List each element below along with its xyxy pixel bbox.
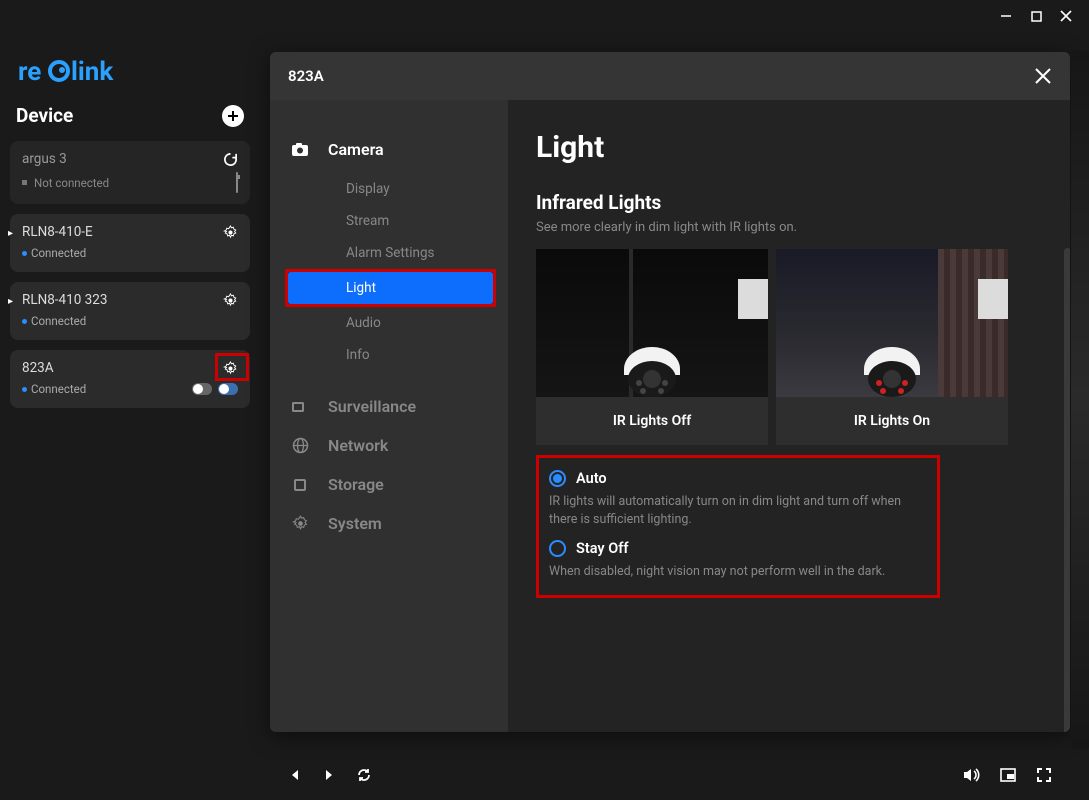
pip-icon[interactable]: [1000, 768, 1016, 782]
device-name: argus 3: [22, 151, 67, 167]
nav-label: Surveillance: [328, 397, 416, 416]
device-list-header: Device: [10, 104, 250, 141]
radio-auto[interactable]: Auto: [549, 470, 923, 487]
device-name: RLN8-410 323: [22, 292, 107, 308]
storage-icon: [290, 477, 310, 493]
gear-icon[interactable]: [223, 225, 238, 240]
battery-icon: [236, 173, 238, 192]
prev-icon[interactable]: [288, 768, 302, 782]
viewport-scrollbar[interactable]: [1071, 50, 1089, 750]
radio-label: Stay Off: [576, 540, 629, 557]
svg-text:link: link: [71, 57, 114, 87]
overlay-header: 823A: [270, 52, 1070, 100]
device-name: RLN8-410-E: [22, 224, 93, 240]
overlay-title: 823A: [288, 67, 324, 85]
surveillance-icon: [290, 400, 310, 414]
preview-ir-off[interactable]: IR Lights Off: [536, 249, 768, 445]
camera-icon: [290, 142, 310, 157]
nav-storage[interactable]: Storage: [270, 465, 508, 504]
device-list-title: Device: [16, 104, 73, 127]
nav-label: System: [328, 514, 382, 533]
nav-sub-info[interactable]: Info: [288, 339, 490, 371]
dome-camera-icon: [609, 329, 695, 397]
nav-sub-light[interactable]: Light: [288, 272, 493, 304]
radio-stay-off[interactable]: Stay Off: [549, 540, 923, 557]
section-title: Infrared Lights: [536, 191, 1070, 214]
nav-surveillance[interactable]: Surveillance: [270, 387, 508, 426]
preview-caption: IR Lights On: [776, 397, 1008, 445]
section-desc: See more clearly in dim light with IR li…: [536, 220, 1070, 235]
device-status: Connected: [31, 314, 86, 328]
radio-desc: IR lights will automatically turn on in …: [549, 493, 923, 528]
device-name: 823A: [22, 360, 54, 376]
settings-overlay: 823A Camera Display Stream Alarm Setting…: [270, 52, 1070, 732]
device-card-rln8-410-323[interactable]: ▸ RLN8-410 323 Connected: [10, 282, 250, 340]
window-controls: [983, 0, 1089, 32]
add-device-button[interactable]: [222, 105, 244, 127]
maximize-icon[interactable]: [1029, 9, 1043, 23]
annotation-highlight: Light: [285, 269, 496, 307]
next-icon[interactable]: [322, 768, 336, 782]
gear-icon: [290, 515, 310, 532]
nav-label: Storage: [328, 475, 384, 494]
nav-network[interactable]: Network: [270, 426, 508, 465]
expand-caret-icon[interactable]: ▸: [8, 228, 13, 239]
refresh-icon[interactable]: [223, 152, 238, 167]
nav-sub-alarm-settings[interactable]: Alarm Settings: [288, 237, 490, 269]
nav-sub-audio[interactable]: Audio: [288, 307, 490, 339]
device-sidebar: re link Device argus 3 Not connected ▸ R…: [0, 40, 260, 760]
settings-content: Light Infrared Lights See more clearly i…: [508, 100, 1070, 732]
device-card-argus3[interactable]: argus 3 Not connected: [10, 141, 250, 204]
globe-icon: [290, 437, 310, 454]
expand-caret-icon[interactable]: ▸: [8, 296, 13, 307]
settings-nav: Camera Display Stream Alarm Settings Lig…: [270, 100, 508, 732]
ir-preview-row: IR Lights Off: [536, 249, 1070, 445]
preview-ir-on[interactable]: IR Lights On: [776, 249, 1008, 445]
sync-icon[interactable]: [356, 767, 372, 783]
radio-desc: When disabled, night vision may not perf…: [549, 563, 923, 581]
volume-icon[interactable]: [962, 767, 980, 783]
gear-icon[interactable]: [223, 293, 238, 308]
player-controls: [270, 758, 1070, 792]
device-toggles[interactable]: [192, 383, 238, 395]
close-overlay-icon[interactable]: [1034, 67, 1052, 85]
page-title: Light: [536, 130, 1070, 165]
annotation-highlight: Auto IR lights will automatically turn o…: [536, 455, 940, 598]
radio-label: Auto: [576, 470, 607, 487]
device-card-rln8-410-e[interactable]: ▸ RLN8-410-E Connected: [10, 214, 250, 272]
nav-sub-display[interactable]: Display: [288, 173, 490, 205]
minimize-icon[interactable]: [999, 9, 1013, 23]
nav-system[interactable]: System: [270, 504, 508, 543]
device-status: Connected: [31, 246, 86, 260]
nav-label: Camera: [328, 140, 384, 159]
close-icon[interactable]: [1059, 9, 1073, 23]
preview-caption: IR Lights Off: [536, 397, 768, 445]
brand-logo: re link: [10, 50, 250, 104]
nav-sub-stream[interactable]: Stream: [288, 205, 490, 237]
gear-icon[interactable]: [223, 361, 238, 376]
svg-text:re: re: [18, 57, 41, 87]
content-scrollbar[interactable]: [1064, 248, 1070, 732]
dome-camera-icon: [849, 329, 935, 397]
device-card-823a[interactable]: 823A Connected: [10, 350, 250, 408]
nav-camera[interactable]: Camera: [270, 130, 508, 169]
device-status: Connected: [31, 382, 86, 396]
fullscreen-icon[interactable]: [1036, 767, 1052, 783]
nav-label: Network: [328, 436, 388, 455]
device-status: Not connected: [34, 176, 109, 190]
